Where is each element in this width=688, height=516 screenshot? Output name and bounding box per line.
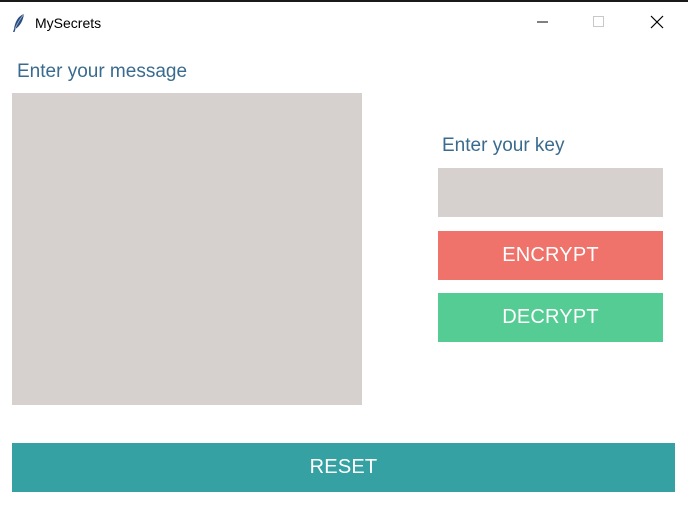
close-icon xyxy=(650,15,664,34)
encrypt-button[interactable]: ENCRYPT xyxy=(438,231,663,280)
decrypt-button[interactable]: DECRYPT xyxy=(438,293,663,342)
message-textarea[interactable] xyxy=(12,93,362,405)
maximize-icon xyxy=(593,15,605,33)
maximize-button[interactable] xyxy=(570,6,628,42)
minimize-button[interactable] xyxy=(514,6,572,42)
close-button[interactable] xyxy=(628,6,686,42)
message-label: Enter your message xyxy=(17,61,188,82)
app-window: MySecrets Enter your message Enter your … xyxy=(0,0,688,516)
reset-button[interactable]: RESET xyxy=(12,443,675,492)
key-label: Enter your key xyxy=(442,135,565,156)
feather-icon xyxy=(12,13,26,33)
key-input[interactable] xyxy=(438,168,663,217)
window-title: MySecrets xyxy=(35,15,102,31)
minimize-icon xyxy=(537,15,549,33)
title-bar[interactable]: MySecrets xyxy=(0,4,688,42)
